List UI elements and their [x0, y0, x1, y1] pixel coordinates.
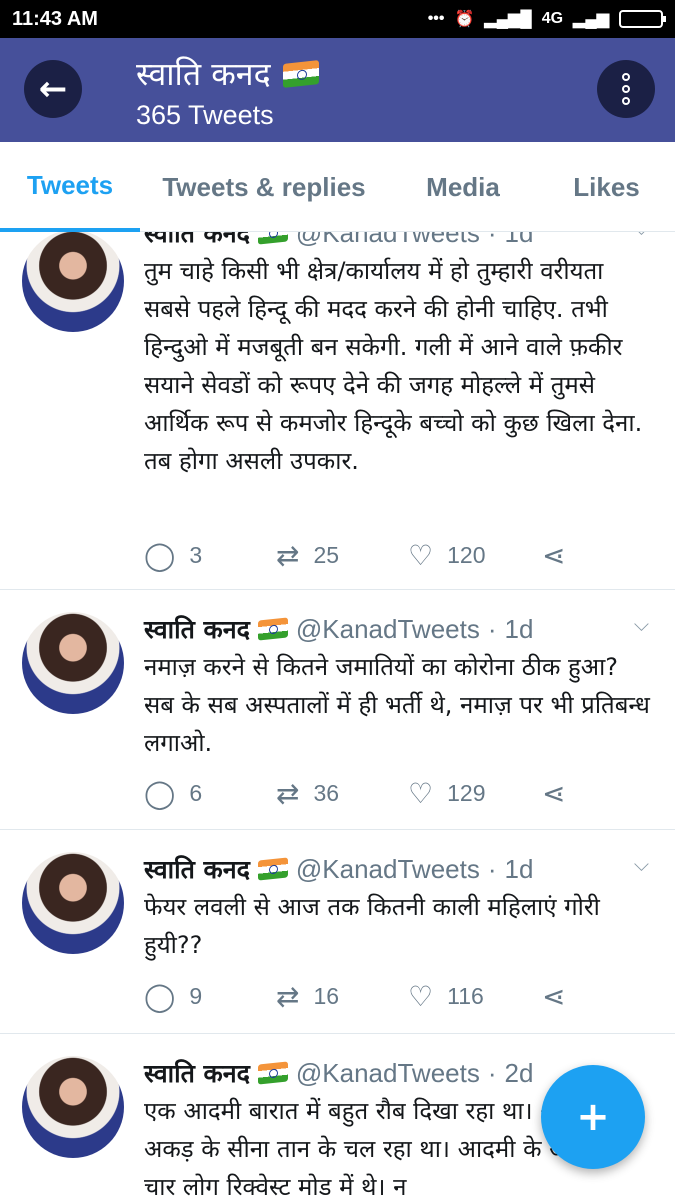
tweet-age: 1d [504, 613, 534, 644]
tweet-handle[interactable]: @KanadTweets [296, 232, 480, 249]
tweet-author-name[interactable]: स्वाति कनद [144, 232, 250, 250]
tweet-header: स्वाति कनद @KanadTweets · 1d [144, 612, 534, 646]
battery-icon [619, 10, 666, 28]
back-button[interactable]: ← [24, 60, 82, 118]
profile-header: ← स्वाति कनद 365 Tweets [0, 38, 675, 142]
like-button[interactable]: ♡ 129 [408, 773, 485, 813]
share-icon: ⋖ [542, 980, 566, 1012]
retweet-icon: ⇄ [276, 777, 300, 809]
status-bar: 11:43 AM ••• ⏰ ▂▄▆█ 4G ▂▄▆ [0, 0, 675, 38]
reply-icon: ◯ [144, 980, 176, 1012]
chevron-down-icon[interactable]: ⌵ [634, 852, 649, 876]
tab-tweets[interactable]: Tweets [0, 142, 140, 232]
like-count: 120 [447, 541, 486, 568]
chevron-down-icon[interactable]: ⌵ [634, 612, 649, 636]
tweet-item[interactable]: स्वाति कनद @KanadTweets · 1d ⌵ फेयर लवली… [0, 830, 675, 1034]
tab-media[interactable]: Media [388, 142, 538, 232]
profile-tabs: Tweets Tweets & replies Media Likes [0, 142, 675, 232]
reply-count: 3 [189, 541, 203, 568]
tweet-text: फेयर लवली से आज तक कितनी काली महिलाएं गो… [144, 893, 600, 959]
tweet-author-name[interactable]: स्वाति कनद [144, 852, 250, 886]
india-flag-icon [257, 617, 288, 641]
profile-name: स्वाति कनद [136, 55, 271, 93]
tweet-age: 2d [504, 1057, 534, 1088]
india-flag-icon [257, 232, 288, 245]
tweet-actions: ◯ 9 ⇄ 16 ♡ 116 ⋖ [144, 976, 584, 1016]
retweet-icon: ⇄ [276, 980, 300, 1012]
tweet-text: तुम चाहे किसी भी क्षेत्र/कार्यालय में हो… [144, 257, 643, 475]
tweet-actions: ◯ 3 ⇄ 25 ♡ 120 ⋖ [144, 535, 584, 575]
share-icon: ⋖ [542, 777, 566, 809]
retweet-icon: ⇄ [276, 539, 300, 571]
tweet-count: 365 Tweets [136, 100, 274, 130]
heart-icon: ♡ [408, 980, 434, 1012]
tweet-item[interactable]: स्वाति कनद @KanadTweets · 1d ⌵ तुम चाहे … [0, 232, 675, 590]
avatar[interactable] [22, 232, 124, 332]
tweet-age: 1d [504, 232, 534, 248]
tweet-age: 1d [504, 853, 534, 884]
arrow-left-icon: ← [38, 69, 68, 109]
share-button[interactable]: ⋖ [542, 535, 565, 575]
tab-likes[interactable]: Likes [538, 142, 675, 232]
tweet-handle[interactable]: @KanadTweets [296, 854, 480, 885]
retweet-count: 25 [313, 541, 340, 568]
retweet-button[interactable]: ⇄ 36 [276, 773, 339, 813]
reply-button[interactable]: ◯ 3 [144, 535, 202, 575]
retweet-count: 16 [313, 982, 340, 1009]
signal-icon: ▂▄▆█ [484, 11, 532, 28]
avatar[interactable] [22, 1056, 124, 1158]
avatar[interactable] [22, 852, 124, 954]
network-label: 4G [541, 10, 564, 27]
tweet-list: स्वाति कनद @KanadTweets · 1d ⌵ तुम चाहे … [0, 232, 675, 1200]
more-options-button[interactable] [597, 60, 655, 118]
tweet-author-name[interactable]: स्वाति कनद [144, 612, 250, 646]
reply-count: 9 [189, 982, 203, 1009]
india-flag-icon [282, 59, 319, 88]
compose-tweet-button[interactable]: + [541, 1065, 645, 1169]
india-flag-icon [257, 857, 288, 881]
tweet-header: स्वाति कनद @KanadTweets · 1d [144, 232, 533, 250]
reply-icon: ◯ [144, 539, 176, 571]
retweet-button[interactable]: ⇄ 25 [276, 535, 339, 575]
compose-icon: + [576, 1094, 610, 1140]
tab-tweets-replies[interactable]: Tweets & replies [140, 142, 388, 232]
like-button[interactable]: ♡ 116 [408, 976, 484, 1016]
reply-button[interactable]: ◯ 9 [144, 976, 202, 1016]
reply-button[interactable]: ◯ 6 [144, 773, 202, 813]
tweet-item[interactable]: स्वाति कनद @KanadTweets · 1d ⌵ नमाज़ करन… [0, 590, 675, 830]
status-time: 11:43 AM [12, 7, 98, 30]
wifi-icon: ▂▄▆ [573, 11, 609, 28]
tweet-text: नमाज़ करने से कितने जमातियों का कोरोना ठ… [144, 653, 650, 757]
profile-title: स्वाति कनद [136, 52, 319, 95]
tweet-author-name[interactable]: स्वाति कनद [144, 1056, 250, 1090]
heart-icon: ♡ [408, 539, 434, 571]
tweet-header: स्वाति कनद @KanadTweets · 2d [144, 1056, 534, 1090]
avatar[interactable] [22, 612, 124, 714]
reply-icon: ◯ [144, 777, 176, 809]
status-icons: ••• ⏰ ▂▄▆█ 4G ▂▄▆ [427, 9, 666, 29]
dots-icon: ••• [427, 10, 445, 27]
reply-count: 6 [189, 779, 203, 806]
tweet-handle[interactable]: @KanadTweets [296, 614, 480, 645]
like-count: 116 [447, 982, 484, 1009]
tweet-handle[interactable]: @KanadTweets [296, 1058, 480, 1089]
share-button[interactable]: ⋖ [542, 976, 565, 1016]
tweet-actions: ◯ 6 ⇄ 36 ♡ 129 ⋖ [144, 773, 584, 813]
india-flag-icon [257, 1061, 288, 1085]
heart-icon: ♡ [408, 777, 434, 809]
like-count: 129 [447, 779, 486, 806]
chevron-down-icon[interactable]: ⌵ [634, 232, 649, 240]
alarm-icon: ⏰ [454, 11, 475, 28]
share-button[interactable]: ⋖ [542, 773, 565, 813]
retweet-button[interactable]: ⇄ 16 [276, 976, 339, 1016]
share-icon: ⋖ [542, 539, 566, 571]
tweet-header: स्वाति कनद @KanadTweets · 1d [144, 852, 534, 886]
like-button[interactable]: ♡ 120 [408, 535, 485, 575]
retweet-count: 36 [313, 779, 340, 806]
